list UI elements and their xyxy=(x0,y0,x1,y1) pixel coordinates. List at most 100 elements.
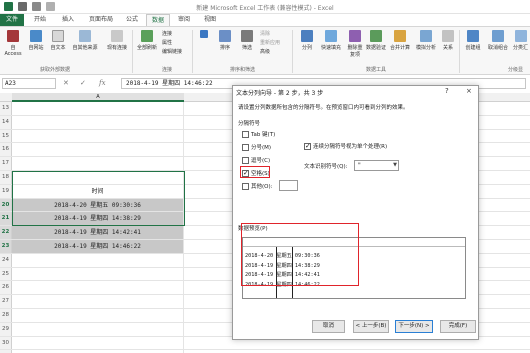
sort-az-button[interactable] xyxy=(196,30,212,40)
column-header-a[interactable]: A xyxy=(12,93,184,102)
tab-checkbox[interactable] xyxy=(242,130,249,138)
finish-button[interactable]: 完成(F) xyxy=(440,320,476,333)
row-number[interactable]: 23 xyxy=(0,240,12,253)
other-delimiter-input[interactable] xyxy=(279,180,298,191)
ungroup-button[interactable]: 取消组合 xyxy=(486,30,510,51)
name-box[interactable]: A23 xyxy=(2,78,56,89)
delimiter-other-option[interactable]: 其他(O): xyxy=(242,182,272,190)
tab-review[interactable]: 审阅 xyxy=(172,14,196,26)
row-number[interactable]: 13 xyxy=(0,102,12,115)
close-icon[interactable]: × xyxy=(466,87,472,95)
text-to-columns-dialog: 文本分列向导 - 第 2 步，共 3 步 ? × 请设置分列数据所包含的分隔符号… xyxy=(232,85,479,340)
from-text-button[interactable]: 自文本 xyxy=(48,30,68,51)
from-access-button[interactable]: 自 Access xyxy=(2,30,24,57)
cancel-entry-icon[interactable]: ✕ xyxy=(63,78,69,89)
data-validation-button[interactable]: 数据验证 xyxy=(366,30,386,51)
subtotal-icon xyxy=(514,30,527,42)
row-number[interactable]: 18 xyxy=(0,171,12,184)
access-icon xyxy=(7,30,19,42)
advanced-button[interactable]: 高级 xyxy=(260,48,270,55)
row-number[interactable]: 14 xyxy=(0,115,12,129)
help-icon[interactable]: ? xyxy=(445,87,449,95)
row-number[interactable]: 17 xyxy=(0,157,12,170)
cell-a[interactable] xyxy=(12,171,184,184)
properties-button[interactable]: 属性 xyxy=(162,39,172,46)
row-number[interactable]: 19 xyxy=(0,184,12,198)
cell-a[interactable]: 2018-4-19 星期四 14:42:41 xyxy=(12,226,184,239)
clear-button[interactable]: 清除 xyxy=(260,30,270,37)
row-number[interactable]: 29 xyxy=(0,322,12,336)
tab-home[interactable]: 开始 xyxy=(28,14,52,26)
row-number[interactable]: 27 xyxy=(0,295,12,308)
cell-a[interactable] xyxy=(12,253,184,267)
confirm-entry-icon[interactable]: ✓ xyxy=(80,78,86,89)
consolidate-button[interactable]: 合并计算 xyxy=(388,30,412,51)
cancel-button[interactable]: 取消 xyxy=(312,320,345,333)
delimiter-comma-option[interactable]: 逗号(C) xyxy=(242,156,270,164)
consecutive-checkbox[interactable] xyxy=(304,142,311,150)
from-other-button[interactable]: 自其他来源 xyxy=(70,30,100,51)
flash-fill-icon xyxy=(325,30,337,42)
cell-a[interactable]: 2018-4-19 星期四 14:46:22 xyxy=(12,240,184,253)
cell-a[interactable] xyxy=(12,267,184,281)
reapply-button[interactable]: 重新应用 xyxy=(260,39,280,46)
existing-connections-button[interactable]: 现有连接 xyxy=(104,30,130,51)
tab-insert[interactable]: 插入 xyxy=(56,14,80,26)
row-number[interactable]: 15 xyxy=(0,129,12,143)
tab-file[interactable]: 文件 xyxy=(0,14,24,26)
row-number[interactable]: 25 xyxy=(0,267,12,281)
tab-formulas[interactable]: 公式 xyxy=(120,14,144,26)
row-number[interactable]: 26 xyxy=(0,281,12,295)
cell-a[interactable]: 2018-4-20 星期五 09:30:36 xyxy=(12,198,184,212)
cell-a[interactable] xyxy=(12,336,184,350)
flash-fill-button[interactable]: 快速填充 xyxy=(318,30,344,51)
semicolon-checkbox[interactable] xyxy=(242,143,249,151)
filter-button[interactable]: 筛选 xyxy=(238,30,256,51)
row-number[interactable]: 30 xyxy=(0,336,12,350)
cell-a[interactable] xyxy=(12,322,184,336)
window-title: 新建 Microsoft Excel 工作表 (兼容性模式) - Excel xyxy=(196,5,334,12)
sort-button[interactable]: 排序 xyxy=(216,30,234,51)
what-if-button[interactable]: 模拟分析 xyxy=(414,30,438,51)
cell-a[interactable] xyxy=(12,115,184,129)
cell-a[interactable] xyxy=(12,281,184,295)
cell-a[interactable] xyxy=(12,102,184,115)
tab-page-layout[interactable]: 页面布局 xyxy=(84,14,118,26)
cell-a[interactable] xyxy=(12,143,184,157)
text-to-columns-button[interactable]: 分列 xyxy=(298,30,316,51)
row-number[interactable]: 24 xyxy=(0,253,12,267)
relationships-icon xyxy=(442,30,454,42)
relationships-button[interactable]: 关系 xyxy=(440,30,456,51)
remove-duplicates-button[interactable]: 删除重复项 xyxy=(346,30,364,58)
subtotal-button[interactable]: 分类汇 xyxy=(511,30,530,51)
from-web-button[interactable]: 自网站 xyxy=(26,30,46,51)
row-number[interactable]: 21 xyxy=(0,212,12,226)
cell-a[interactable] xyxy=(12,129,184,143)
cell-a[interactable]: 时间 xyxy=(12,184,184,198)
delimiter-tab-option[interactable]: Tab 键(T) xyxy=(242,130,275,138)
group-button[interactable]: 创建组 xyxy=(462,30,484,51)
other-checkbox[interactable] xyxy=(242,182,249,190)
remove-duplicates-label: 删除重复项 xyxy=(347,45,363,58)
cell-a[interactable] xyxy=(12,309,184,322)
delimiter-semicolon-option[interactable]: 分号(M) xyxy=(242,143,271,151)
consecutive-delimiters-option[interactable]: 连续分隔符号视为单个处理(R) xyxy=(304,142,387,150)
back-button[interactable]: < 上一步(B) xyxy=(353,320,389,333)
refresh-all-button[interactable]: 全部刷新 xyxy=(135,30,159,51)
text-qualifier-select[interactable]: " ▼ xyxy=(354,160,399,171)
edit-links-button[interactable]: 编辑链接 xyxy=(162,48,182,55)
next-button[interactable]: 下一步(N) > xyxy=(395,320,433,333)
row-number[interactable]: 20 xyxy=(0,198,12,212)
row-number[interactable]: 22 xyxy=(0,226,12,239)
cell-a[interactable]: 2018-4-19 星期四 14:38:29 xyxy=(12,212,184,226)
row-number[interactable]: 28 xyxy=(0,309,12,322)
comma-checkbox[interactable] xyxy=(242,156,249,164)
fx-icon[interactable]: fx xyxy=(99,78,106,89)
cell-a[interactable] xyxy=(12,295,184,308)
tab-data[interactable]: 数据 xyxy=(146,14,170,26)
row-number[interactable]: 16 xyxy=(0,143,12,157)
tab-view[interactable]: 视图 xyxy=(198,14,222,26)
cell-a[interactable] xyxy=(12,157,184,170)
connections-button[interactable]: 连接 xyxy=(162,30,172,37)
data-validation-icon xyxy=(370,30,382,42)
